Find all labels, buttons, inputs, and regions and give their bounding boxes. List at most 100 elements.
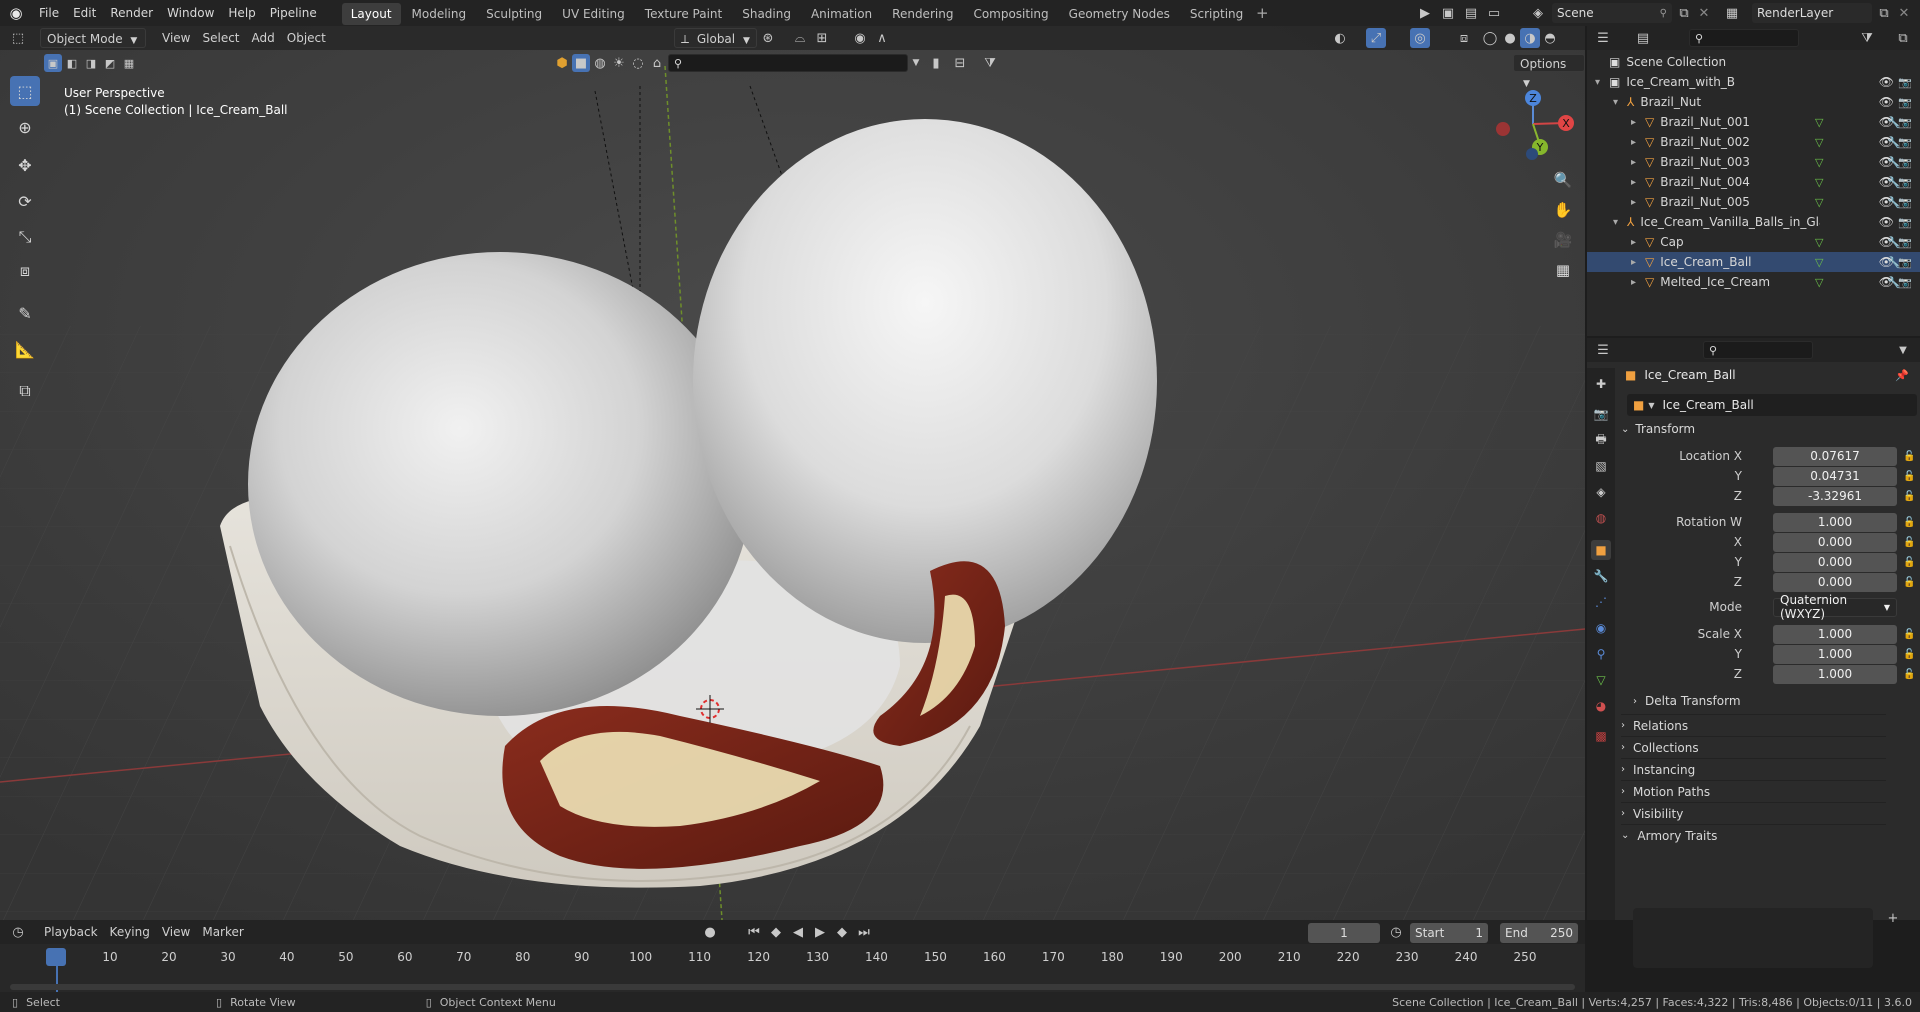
- viewport-menu-select[interactable]: Select: [196, 28, 245, 48]
- options-chevron-icon[interactable]: ▼: [1893, 340, 1913, 360]
- prev-keyframe-icon[interactable]: ◆: [766, 922, 786, 942]
- properties-search-field[interactable]: ⚲: [1703, 341, 1813, 359]
- constraints-tab-icon[interactable]: ⚲: [1591, 644, 1611, 664]
- 3d-viewport[interactable]: Z X Y ⬚ Object Mode ▼ View Select Add Objec…: [0, 26, 1585, 920]
- texture-tab-icon[interactable]: ▩: [1591, 726, 1611, 746]
- current-frame-field[interactable]: 1: [1308, 923, 1380, 943]
- add-workspace-icon[interactable]: +: [1252, 3, 1272, 23]
- ice-cream-scoop-left[interactable]: [248, 252, 752, 716]
- tab-sculpting[interactable]: Sculpting: [477, 3, 551, 25]
- clean-icon[interactable]: ⌂: [648, 54, 666, 72]
- wireframe-shading-icon[interactable]: ◯: [1480, 28, 1500, 48]
- chevron-down-icon[interactable]: ▾: [1613, 217, 1627, 228]
- render-tab-icon[interactable]: 📷: [1591, 404, 1611, 424]
- select-subtract-icon[interactable]: ◨: [82, 54, 100, 72]
- proportional-edit-icon[interactable]: ◉: [850, 28, 870, 48]
- lock-icon[interactable]: 🔓: [1903, 649, 1915, 660]
- outliner-root[interactable]: ▣ Scene Collection: [1587, 52, 1920, 72]
- world-tab-icon[interactable]: ◍: [1591, 508, 1611, 528]
- overlay-toggle-icon[interactable]: ◎: [1410, 28, 1430, 48]
- mode-dropdown[interactable]: Object Mode ▼: [40, 28, 146, 48]
- new-view-layer-icon[interactable]: ⧉: [1874, 3, 1894, 23]
- rotate-tool[interactable]: ⟳: [10, 186, 40, 216]
- output-tab-icon[interactable]: 🖶: [1591, 430, 1611, 450]
- add-trait-icon[interactable]: +: [1883, 908, 1903, 928]
- rotation-z-field[interactable]: 0.000: [1773, 572, 1897, 592]
- camera-view-icon[interactable]: 🎥: [1549, 226, 1577, 254]
- camera-icon[interactable]: 📷: [1898, 236, 1912, 249]
- lock-icon[interactable]: 🔓: [1903, 537, 1915, 548]
- end-frame-field[interactable]: End 250: [1500, 923, 1578, 943]
- rotation-w-field[interactable]: 1.000: [1773, 512, 1897, 532]
- panel-relations[interactable]: › Relations: [1621, 714, 1886, 736]
- pivot-icon[interactable]: ⊛: [758, 28, 778, 48]
- rotation-x-field[interactable]: 0.000: [1773, 532, 1897, 552]
- panel-visibility[interactable]: › Visibility: [1621, 802, 1886, 824]
- mesh-data-icon[interactable]: ▽: [1815, 116, 1823, 129]
- tab-compositing[interactable]: Compositing: [964, 3, 1057, 25]
- snap-icon[interactable]: ⌓: [790, 28, 810, 48]
- pan-hand-icon[interactable]: ✋: [1549, 196, 1577, 224]
- eye-icon[interactable]: 👁: [1879, 95, 1894, 109]
- eye-icon[interactable]: 👁: [1879, 135, 1894, 149]
- menu-file[interactable]: File: [32, 0, 66, 26]
- location-y-field[interactable]: 0.04731: [1773, 466, 1897, 486]
- viewport-search-field[interactable]: ⚲: [668, 54, 908, 72]
- object-tab-icon[interactable]: ■: [1591, 540, 1611, 560]
- rendered-shading-icon[interactable]: ◓: [1540, 28, 1560, 48]
- tab-uv-editing[interactable]: UV Editing: [553, 3, 634, 25]
- eye-icon[interactable]: 👁: [1879, 215, 1894, 229]
- camera-icon[interactable]: 📷: [1898, 196, 1912, 209]
- panel-collections[interactable]: › Collections: [1621, 736, 1886, 758]
- next-keyframe-icon[interactable]: ◆: [832, 922, 852, 942]
- lock-icon[interactable]: 🔓: [1903, 471, 1915, 482]
- tab-modeling[interactable]: Modeling: [403, 3, 476, 25]
- tab-texture-paint[interactable]: Texture Paint: [636, 3, 731, 25]
- start-frame-field[interactable]: Start 1: [1410, 923, 1488, 943]
- select-box-tool[interactable]: ⬚: [10, 76, 40, 106]
- delete-view-layer-icon[interactable]: ✕: [1894, 3, 1914, 23]
- visibility-icon[interactable]: ◐: [1330, 28, 1350, 48]
- tab-shading[interactable]: Shading: [733, 3, 800, 25]
- camera-icon[interactable]: 📷: [1898, 216, 1912, 229]
- jump-start-icon[interactable]: ⏮: [744, 922, 764, 942]
- eye-icon[interactable]: 👁: [1879, 155, 1894, 169]
- camera-icon[interactable]: 📷: [1898, 276, 1912, 289]
- mesh-data-icon[interactable]: ▽: [1815, 136, 1823, 149]
- location-z-field[interactable]: -3.32961: [1773, 486, 1897, 506]
- ortho-grid-icon[interactable]: ▦: [1549, 256, 1577, 284]
- eye-icon[interactable]: 👁: [1879, 115, 1894, 129]
- pin-icon[interactable]: 📌: [1895, 369, 1909, 382]
- view-layer-icon[interactable]: ▦: [1722, 3, 1742, 23]
- viewport-menu-view[interactable]: View: [156, 28, 196, 48]
- scale-x-field[interactable]: 1.000: [1773, 624, 1897, 644]
- mesh-data-icon[interactable]: ▽: [1815, 236, 1823, 249]
- lock-icon[interactable]: 🔓: [1903, 557, 1915, 568]
- add-cube-tool[interactable]: ⧉: [10, 376, 40, 406]
- lock-icon[interactable]: 🔓: [1903, 669, 1915, 680]
- play-icon[interactable]: ▶: [810, 922, 830, 942]
- rotation-y-field[interactable]: 0.000: [1773, 552, 1897, 572]
- eye-icon[interactable]: 👁: [1879, 75, 1894, 89]
- mesh-data-icon[interactable]: ▽: [1815, 256, 1823, 269]
- menu-window[interactable]: Window: [160, 0, 221, 26]
- blender-logo-icon[interactable]: ◉: [6, 3, 26, 23]
- timeline-menu-keying[interactable]: Keying: [104, 922, 156, 942]
- chevron-right-icon[interactable]: ▸: [1631, 237, 1645, 248]
- eye-icon[interactable]: 👁: [1879, 235, 1894, 249]
- lock-icon[interactable]: 🔓: [1903, 629, 1915, 640]
- scale-z-field[interactable]: 1.000: [1773, 664, 1897, 684]
- chevron-right-icon[interactable]: ▸: [1631, 197, 1645, 208]
- location-x-field[interactable]: 0.07617: [1773, 446, 1897, 466]
- lock-icon[interactable]: 🔓: [1903, 451, 1915, 462]
- display-filter-icon[interactable]: ⊟: [950, 54, 970, 72]
- display-mode-icon[interactable]: ▤: [1633, 28, 1653, 48]
- bounds-icon[interactable]: ■: [572, 54, 590, 72]
- eye-icon[interactable]: 👁: [1879, 255, 1894, 269]
- material-preview-icon[interactable]: ◍: [591, 54, 609, 72]
- ice-cream-ball-selected[interactable]: [693, 119, 1157, 643]
- tab-geometry-nodes[interactable]: Geometry Nodes: [1060, 3, 1179, 25]
- mesh-data-icon[interactable]: ▽: [1815, 276, 1823, 289]
- delta-transform-subpanel[interactable]: › Delta Transform: [1633, 690, 1883, 712]
- delete-scene-icon[interactable]: ✕: [1694, 3, 1714, 23]
